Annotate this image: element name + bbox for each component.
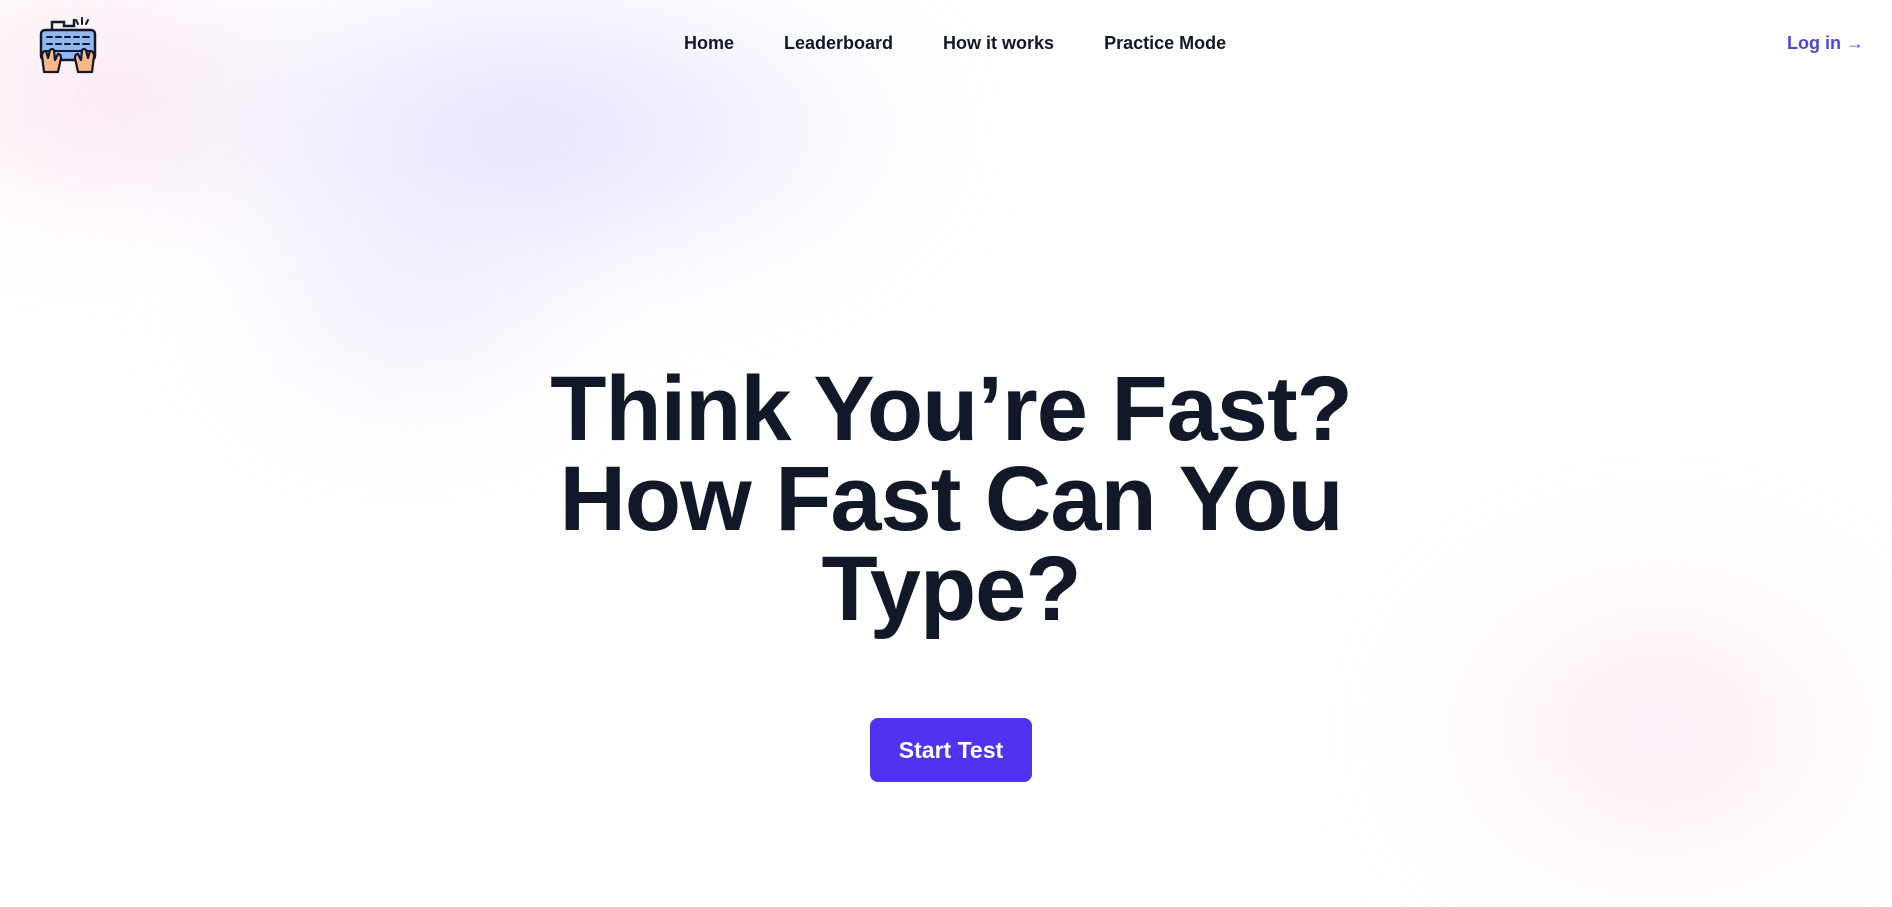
hero-title: Think You’re Fast? How Fast Can You Type… (550, 358, 1353, 640)
nav-link-home[interactable]: Home (684, 33, 734, 54)
login-link[interactable]: Log in → (1787, 33, 1864, 54)
start-test-button[interactable]: Start Test (870, 718, 1032, 782)
logo-link[interactable] (38, 16, 98, 74)
site-header: Home Leaderboard How it works Practice M… (0, 0, 1892, 88)
nav-link-practice-mode[interactable]: Practice Mode (1104, 33, 1226, 54)
nav-link-how-it-works[interactable]: How it works (943, 33, 1054, 54)
page: Home Leaderboard How it works Practice M… (0, 0, 1892, 907)
nav-link-leaderboard[interactable]: Leaderboard (784, 33, 893, 54)
main-nav: Home Leaderboard How it works Practice M… (684, 33, 1276, 54)
keyboard-hands-icon (39, 17, 97, 74)
background-glow-rose (1380, 520, 1892, 907)
